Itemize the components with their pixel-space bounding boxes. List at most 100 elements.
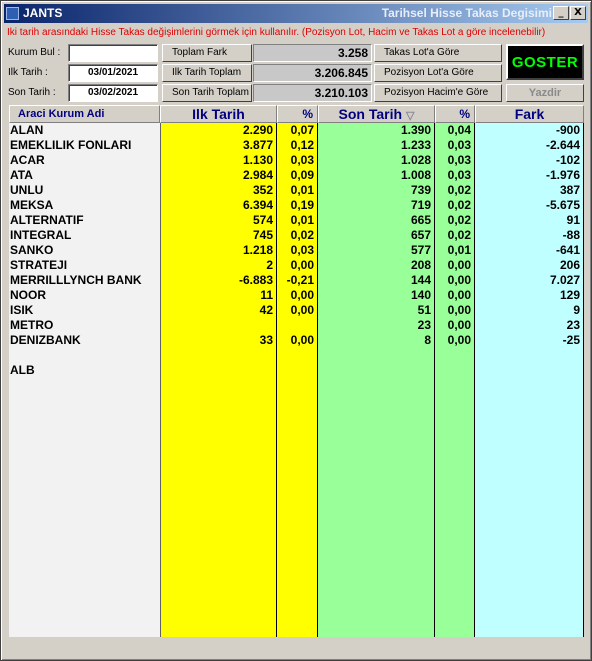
cell-fark[interactable]: -25 xyxy=(475,333,583,348)
cell-ilk[interactable]: 42 xyxy=(161,303,276,318)
cell-son-pct[interactable]: 0,02 xyxy=(435,183,474,198)
cell-son[interactable] xyxy=(318,363,434,378)
son-tarih-input[interactable]: 03/02/2021 xyxy=(68,84,158,102)
cell-ilk-pct[interactable]: 0,03 xyxy=(277,153,317,168)
cell-son[interactable]: 719 xyxy=(318,198,434,213)
cell-fark[interactable]: -88 xyxy=(475,228,583,243)
cell-ilk-pct[interactable]: 0,00 xyxy=(277,258,317,273)
cell-son-pct[interactable]: 0,02 xyxy=(435,213,474,228)
cell-son-pct[interactable]: 0,00 xyxy=(435,288,474,303)
cell-ilk-pct[interactable]: 0,09 xyxy=(277,168,317,183)
cell-son-pct[interactable]: 0,03 xyxy=(435,168,474,183)
cell-fark[interactable]: -5.675 xyxy=(475,198,583,213)
cell-ilk[interactable] xyxy=(161,348,276,363)
ilk-tarih-input[interactable]: 03/01/2021 xyxy=(68,64,158,82)
header-ilk-tarih[interactable]: Ilk Tarih xyxy=(160,105,277,123)
cell-fark[interactable]: 129 xyxy=(475,288,583,303)
cell-name[interactable]: METRO xyxy=(9,318,160,333)
cell-fark[interactable]: -641 xyxy=(475,243,583,258)
cell-ilk-pct[interactable]: 0,02 xyxy=(277,228,317,243)
cell-ilk[interactable] xyxy=(161,363,276,378)
cell-ilk-pct[interactable]: 0,19 xyxy=(277,198,317,213)
cell-son-pct[interactable] xyxy=(435,348,474,363)
cell-son-pct[interactable]: 0,00 xyxy=(435,273,474,288)
cell-fark[interactable]: 206 xyxy=(475,258,583,273)
cell-ilk[interactable]: -6.883 xyxy=(161,273,276,288)
cell-ilk-pct[interactable]: 0,12 xyxy=(277,138,317,153)
cell-ilk[interactable]: 3.877 xyxy=(161,138,276,153)
cell-name[interactable]: UNLU xyxy=(9,183,160,198)
kurum-search-input[interactable] xyxy=(68,44,158,62)
cell-son[interactable]: 1.390 xyxy=(318,123,434,138)
cell-name[interactable]: INTEGRAL xyxy=(9,228,160,243)
cell-fark[interactable]: -2.644 xyxy=(475,138,583,153)
cell-fark[interactable]: 91 xyxy=(475,213,583,228)
cell-ilk[interactable]: 1.130 xyxy=(161,153,276,168)
goster-button[interactable]: GOSTER xyxy=(506,44,584,80)
cell-name[interactable]: ACAR xyxy=(9,153,160,168)
cell-son[interactable]: 140 xyxy=(318,288,434,303)
cell-name[interactable]: ALTERNATIF xyxy=(9,213,160,228)
cell-son[interactable]: 577 xyxy=(318,243,434,258)
cell-ilk[interactable]: 6.394 xyxy=(161,198,276,213)
cell-fark[interactable]: -900 xyxy=(475,123,583,138)
cell-son[interactable]: 1.008 xyxy=(318,168,434,183)
cell-son-pct[interactable]: 0,03 xyxy=(435,153,474,168)
header-son-tarih[interactable]: Son Tarih ▽ xyxy=(318,105,435,123)
cell-name[interactable]: ATA xyxy=(9,168,160,183)
cell-ilk[interactable]: 2.984 xyxy=(161,168,276,183)
cell-ilk-pct[interactable]: 0,00 xyxy=(277,288,317,303)
cell-name[interactable]: MEKSA xyxy=(9,198,160,213)
cell-son-pct[interactable]: 0,00 xyxy=(435,333,474,348)
cell-name[interactable]: NOOR xyxy=(9,288,160,303)
cell-son[interactable]: 208 xyxy=(318,258,434,273)
cell-son-pct[interactable]: 0,04 xyxy=(435,123,474,138)
minimize-button[interactable]: _ xyxy=(553,6,569,20)
cell-ilk-pct[interactable]: 0,00 xyxy=(277,303,317,318)
cell-son-pct[interactable]: 0,00 xyxy=(435,303,474,318)
cell-ilk[interactable]: 352 xyxy=(161,183,276,198)
cell-ilk[interactable]: 2 xyxy=(161,258,276,273)
cell-fark[interactable]: 7.027 xyxy=(475,273,583,288)
cell-name[interactable]: ALAN xyxy=(9,123,160,138)
cell-ilk[interactable] xyxy=(161,318,276,333)
cell-ilk-pct[interactable]: 0,01 xyxy=(277,183,317,198)
cell-ilk[interactable]: 11 xyxy=(161,288,276,303)
cell-son-pct[interactable] xyxy=(435,363,474,378)
cell-son-pct[interactable]: 0,02 xyxy=(435,228,474,243)
cell-name[interactable]: SANKO xyxy=(9,243,160,258)
cell-son[interactable]: 51 xyxy=(318,303,434,318)
header-ilk-pct[interactable]: % xyxy=(277,105,318,123)
cell-ilk[interactable]: 33 xyxy=(161,333,276,348)
cell-name[interactable] xyxy=(9,348,160,363)
cell-name[interactable]: DENIZBANK xyxy=(9,333,160,348)
title-bar[interactable]: JANTS Tarihsel Hisse Takas Degisimi _ X xyxy=(4,4,588,23)
cell-fark[interactable]: 387 xyxy=(475,183,583,198)
cell-name[interactable]: ALB xyxy=(9,363,160,378)
cell-son[interactable]: 665 xyxy=(318,213,434,228)
cell-name[interactable]: STRATEJI xyxy=(9,258,160,273)
cell-ilk-pct[interactable]: 0,00 xyxy=(277,333,317,348)
cell-ilk-pct[interactable] xyxy=(277,318,317,333)
cell-name[interactable]: MERRILLLYNCH BANK xyxy=(9,273,160,288)
cell-ilk[interactable]: 2.290 xyxy=(161,123,276,138)
cell-ilk[interactable]: 574 xyxy=(161,213,276,228)
cell-son[interactable]: 1.028 xyxy=(318,153,434,168)
cell-ilk-pct[interactable] xyxy=(277,363,317,378)
cell-name[interactable]: ISIK xyxy=(9,303,160,318)
cell-son[interactable]: 1.233 xyxy=(318,138,434,153)
cell-son[interactable]: 657 xyxy=(318,228,434,243)
cell-fark[interactable] xyxy=(475,348,583,363)
cell-ilk[interactable]: 1.218 xyxy=(161,243,276,258)
cell-son[interactable]: 144 xyxy=(318,273,434,288)
cell-son-pct[interactable]: 0,01 xyxy=(435,243,474,258)
cell-fark[interactable]: -102 xyxy=(475,153,583,168)
header-son-pct[interactable]: % xyxy=(435,105,475,123)
cell-son-pct[interactable]: 0,02 xyxy=(435,198,474,213)
cell-ilk-pct[interactable] xyxy=(277,348,317,363)
takas-lot-button[interactable]: Takas Lot'a Göre xyxy=(374,44,502,62)
header-fark[interactable]: Fark xyxy=(475,105,584,123)
cell-son-pct[interactable]: 0,00 xyxy=(435,258,474,273)
cell-ilk-pct[interactable]: -0,21 xyxy=(277,273,317,288)
cell-son[interactable]: 8 xyxy=(318,333,434,348)
